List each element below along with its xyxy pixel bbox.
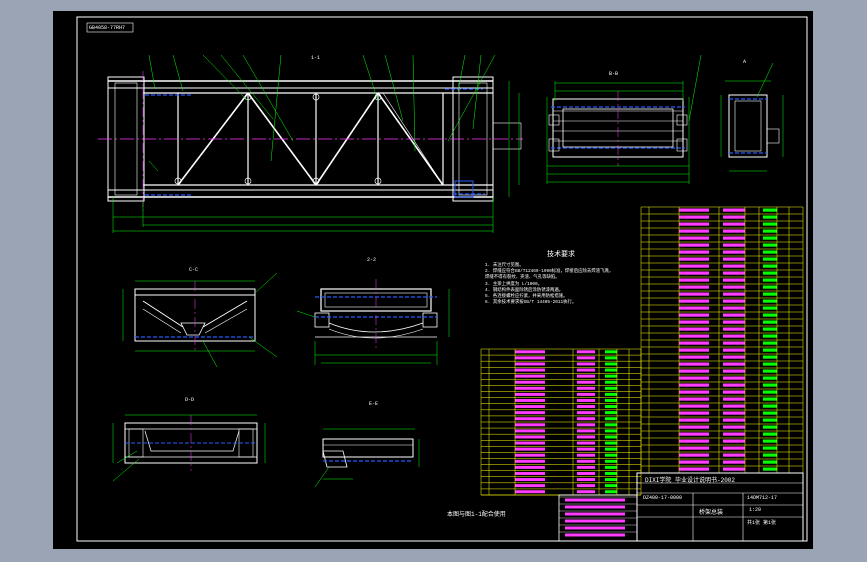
parts-list bbox=[480, 206, 804, 496]
bottom-note: 本图与图1-1配合使用 bbox=[447, 511, 506, 518]
title-name: 桥架总装 bbox=[699, 509, 724, 516]
main-view-label: 1-1 bbox=[311, 55, 321, 61]
notes-title: 技术要求 bbox=[547, 251, 575, 259]
title-scale: 1:20 bbox=[749, 507, 762, 513]
section-ee bbox=[314, 428, 420, 488]
section-cc bbox=[122, 272, 278, 368]
cad-drawing bbox=[76, 16, 808, 542]
view-bb bbox=[546, 54, 702, 184]
title-school: DIXI学院 毕业设计说明书-2002 bbox=[645, 477, 736, 484]
section-dd bbox=[112, 414, 266, 482]
section-22 bbox=[296, 279, 450, 365]
section-22-label: 2-2 bbox=[367, 257, 377, 263]
tag-box bbox=[86, 22, 134, 33]
section-ee-label: E-E bbox=[369, 401, 379, 407]
main-view-truss bbox=[98, 54, 523, 233]
title-sheet: 共1张 第1张 bbox=[747, 520, 777, 526]
notes-list: 1. 未注尺寸见图。 2. 焊缝应符合GB/T12469-1990标准，焊接后应… bbox=[485, 263, 613, 306]
section-cc-label: C-C bbox=[189, 267, 199, 273]
drawing-viewport[interactable]: GB4058-77RH7 1-1 B-B A C-C 2-2 D-D E-E 技… bbox=[53, 11, 813, 549]
view-bb-label: B-B bbox=[609, 71, 619, 77]
note-line: 6. 其余技术要求按GB/T 14405-2011执行。 bbox=[485, 300, 577, 306]
revision-block bbox=[559, 496, 637, 537]
title-part-no: 14DM712-17 bbox=[747, 495, 778, 501]
view-a-label: A bbox=[743, 59, 747, 65]
view-a bbox=[720, 62, 784, 172]
title-drawing-no: DZ400-17-0000 bbox=[643, 495, 683, 501]
section-dd-label: D-D bbox=[185, 397, 195, 403]
